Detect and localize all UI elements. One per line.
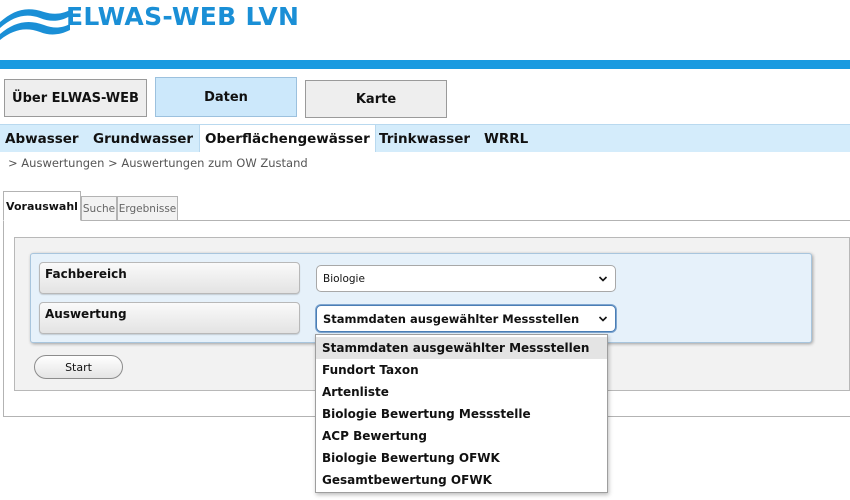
auswertung-select[interactable]: Stammdaten ausgewählter Messstellen [316, 305, 616, 332]
start-button[interactable]: Start [34, 355, 123, 379]
tab-vorauswahl[interactable]: Vorauswahl [3, 191, 81, 221]
subnav-item-trinkwasser[interactable]: Trinkwasser [374, 125, 475, 152]
dropdown-option[interactable]: Fundort Taxon [316, 359, 607, 381]
sub-nav: Abwasser Grundwasser Oberflächengewässer… [0, 124, 850, 152]
tab-suche[interactable]: Suche [81, 196, 117, 221]
nav-button-daten[interactable]: Daten [155, 77, 297, 117]
auswertung-label: Auswertung [39, 302, 300, 334]
dropdown-option[interactable]: ACP Bewertung [316, 425, 607, 447]
header: ELWAS-WEB LVN [0, 0, 850, 60]
fachbereich-label: Fachbereich [39, 262, 300, 294]
dropdown-option[interactable]: Gesamtbewertung OFWK [316, 469, 607, 491]
subnav-item-oberflaechengewaesser[interactable]: Oberflächengewässer [199, 125, 376, 152]
nav-button-ueber-elwas-web[interactable]: Über ELWAS-WEB [4, 79, 147, 117]
dropdown-option[interactable]: Artenliste [316, 381, 607, 403]
header-bar [0, 60, 850, 69]
subnav-item-grundwasser[interactable]: Grundwasser [88, 125, 198, 152]
dropdown-option[interactable]: Stammdaten ausgewählter Messstellen [316, 337, 607, 359]
subnav-item-abwasser[interactable]: Abwasser [0, 125, 84, 152]
nav-button-karte[interactable]: Karte [305, 80, 447, 118]
dropdown-option[interactable]: Biologie Bewertung Messstelle [316, 403, 607, 425]
fachbereich-select[interactable]: Biologie [316, 265, 616, 292]
breadcrumb: > Auswertungen > Auswertungen zum OW Zus… [8, 156, 308, 170]
auswertung-dropdown-list: Stammdaten ausgewählter Messstellen Fund… [315, 334, 608, 493]
chevron-down-icon [598, 316, 608, 322]
logo-waves-icon [0, 9, 70, 40]
tab-ergebnisse[interactable]: Ergebnisse [117, 196, 178, 221]
subnav-item-wrrl[interactable]: WRRL [479, 125, 533, 152]
chevron-down-icon [598, 276, 608, 282]
dropdown-option[interactable]: Biologie Bewertung OFWK [316, 447, 607, 469]
logo-text: ELWAS-WEB LVN [66, 2, 300, 31]
